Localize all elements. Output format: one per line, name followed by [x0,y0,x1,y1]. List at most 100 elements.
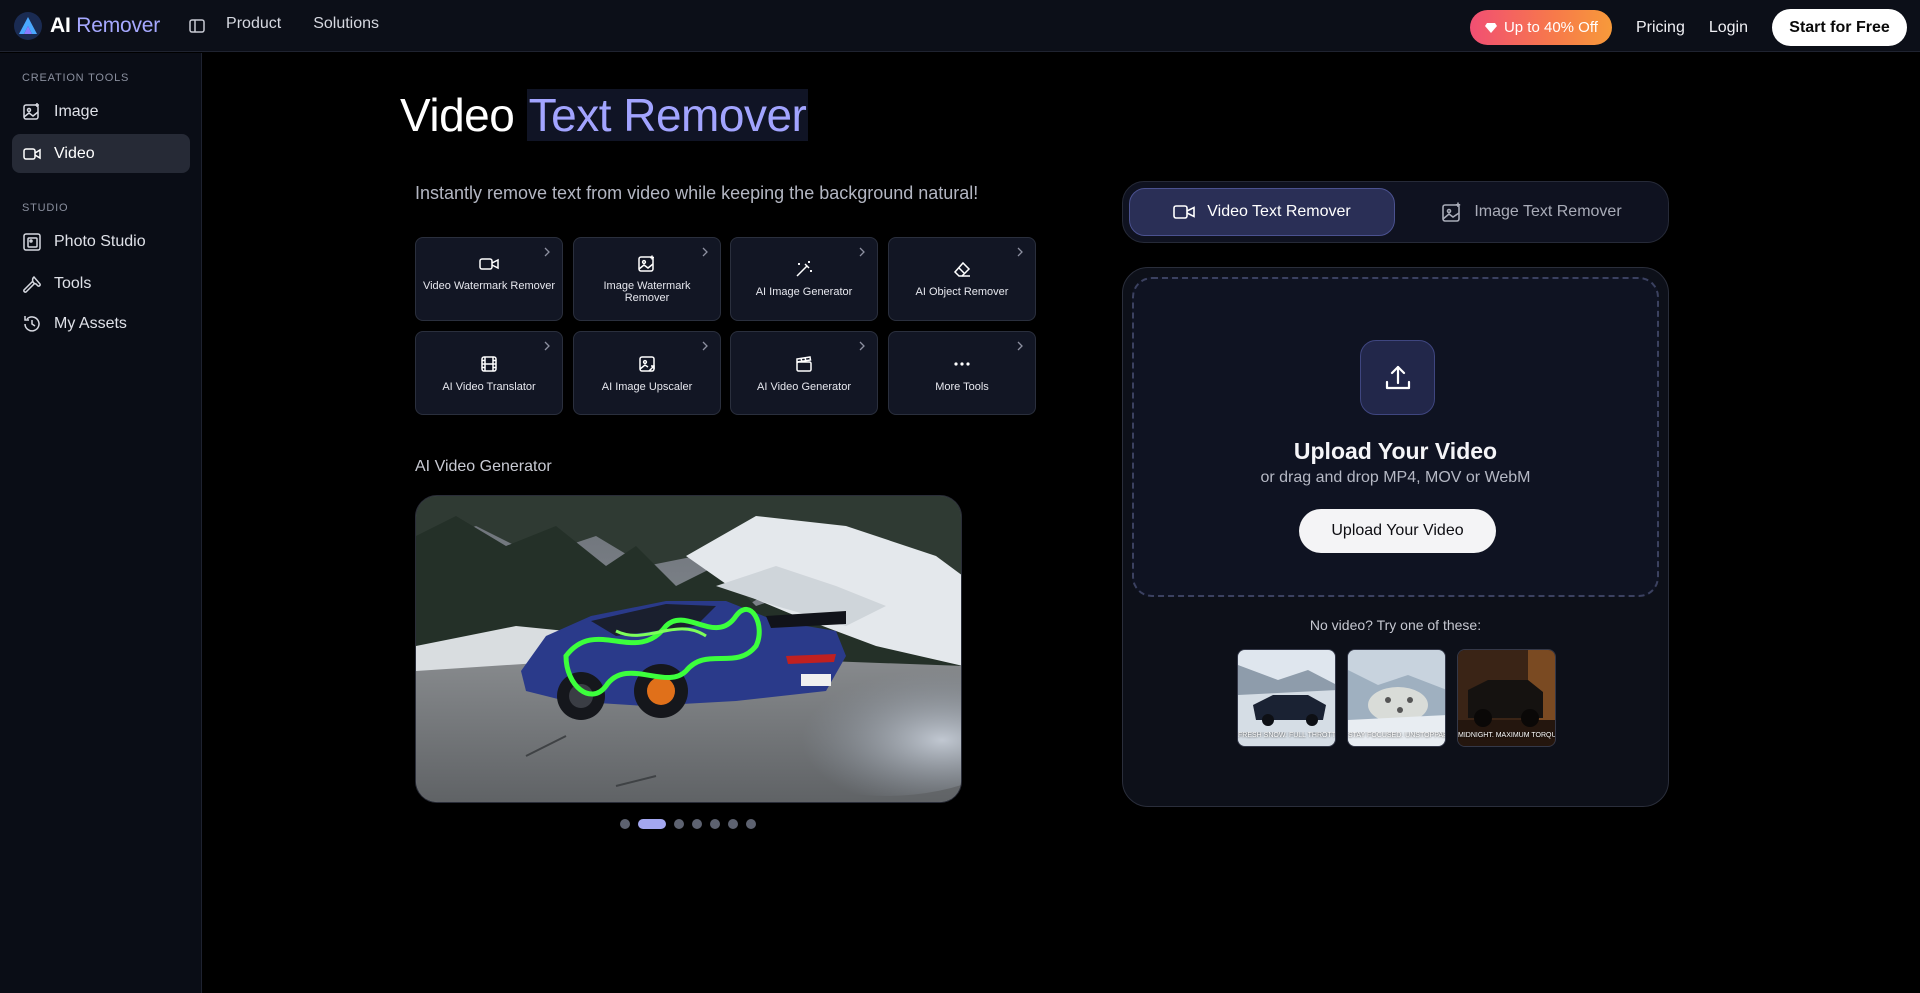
upload-subtitle: or drag and drop MP4, MOV or WebM [1260,469,1531,486]
film-icon [416,355,562,373]
tab-image-text-remover-label: Image Text Remover [1474,203,1622,220]
sample-caption: MIDNIGHT. MAXIMUM TORQUE [1458,732,1555,739]
image-icon [574,255,720,273]
sidebar-item-my-assets[interactable]: My Assets [12,304,190,343]
tool-card-ai-image-generator[interactable]: AI Image Generator [730,237,878,321]
more-dots-icon [889,361,1035,367]
tool-label: Video Watermark Remover [422,280,556,292]
sidebar-item-image[interactable]: Image [12,92,190,131]
image-icon [23,102,39,120]
logo[interactable]: AI Remover [14,11,160,40]
sample-video[interactable]: MIDNIGHT. MAXIMUM TORQUE [1457,649,1556,747]
tool-label: AI Image Generator [755,286,853,298]
sidebar-item-video-label: Video [54,144,95,162]
tool-label: More Tools [935,381,989,393]
diamond-icon [1484,22,1497,33]
logo-text: AI Remover [50,14,160,38]
tab-video-text-remover-label: Video Text Remover [1207,203,1351,220]
showcase-label: AI Video Generator [415,458,552,475]
showcase-video-thumbnail [416,496,961,802]
carousel-dot-active[interactable] [638,819,666,829]
tool-label: Image Watermark Remover [603,280,691,304]
tool-card-more-tools[interactable]: More Tools [888,331,1036,415]
upload-title: Upload Your Video [1293,438,1498,464]
logo-icon [14,11,42,40]
page-title-main: Video [400,89,515,141]
showcase-video[interactable] [415,495,962,803]
topbar-actions: Up to 40% Off Pricing Login Start for Fr… [1469,9,1907,46]
sidebar-item-image-label: Image [54,102,99,120]
chevron-right-icon [544,341,550,351]
login-link[interactable]: Login [1709,19,1748,37]
upload-icon[interactable] [1360,340,1435,415]
chevron-right-icon [859,341,865,351]
upload-video-button[interactable]: Upload Your Video [1299,509,1496,553]
sidebar-item-photo-studio[interactable]: Photo Studio [12,222,190,261]
chevron-right-icon [1017,247,1023,257]
carousel-dot[interactable] [710,819,720,829]
tool-label: AI Video Translator [442,381,536,393]
eraser-icon [889,260,1035,278]
image-icon [1442,202,1461,222]
carousel-dots [620,819,756,829]
logo-text-ai: AI [50,13,71,37]
sidebar-item-photo-studio-label: Photo Studio [54,232,146,250]
tool-card-ai-video-generator[interactable]: AI Video Generator [730,331,878,415]
top-bar: AI Remover Product Solutions Up to 40% O… [0,0,1920,52]
tool-card-image-watermark-remover[interactable]: Image Watermark Remover [573,237,721,321]
nav-solutions[interactable]: Solutions [313,15,379,33]
carousel-dot[interactable] [620,819,630,829]
carousel-dot[interactable] [674,819,684,829]
photo-studio-icon [23,232,41,251]
image-upscale-icon [574,355,720,373]
sample-video[interactable]: STAY FOCUSED. UNSTOPPABLE [1347,649,1446,747]
sidebar-toggle-icon[interactable] [188,17,206,35]
tab-image-text-remover[interactable]: Image Text Remover [1401,188,1663,236]
page-title: Video Text Remover [400,88,809,142]
tool-grid: Video Watermark Remover Image Watermark … [415,237,1036,415]
tool-label: AI Object Remover [915,286,1009,298]
chevron-right-icon [702,341,708,351]
logo-text-remover: Remover [76,13,161,37]
tool-card-ai-image-upscaler[interactable]: AI Image Upscaler [573,331,721,415]
wrench-icon [23,275,41,293]
sample-video[interactable]: FRESH SNOW. FULL THROTTLE [1237,649,1336,747]
promo-label: Up to 40% Off [1503,19,1598,36]
upload-card: Upload Your Video or drag and drop MP4, … [1122,267,1669,807]
carousel-dot[interactable] [692,819,702,829]
history-icon [24,315,40,332]
clapperboard-icon [731,355,877,373]
mode-switcher: Video Text Remover Image Text Remover [1122,181,1669,243]
page-subtitle: Instantly remove text from video while k… [415,183,979,203]
upload-dropzone[interactable]: Upload Your Video or drag and drop MP4, … [1132,277,1659,597]
tool-label: AI Video Generator [757,381,851,393]
sidebar-item-my-assets-label: My Assets [54,314,127,332]
tool-card-ai-video-translator[interactable]: AI Video Translator [415,331,563,415]
samples-label: No video? Try one of these: [1309,617,1482,633]
sample-caption: FRESH SNOW. FULL THROTTLE [1238,732,1335,739]
nav-product[interactable]: Product [226,15,281,33]
sidebar-section-creation: CREATION TOOLS [22,72,130,84]
carousel-dot[interactable] [728,819,738,829]
top-nav: Product Solutions [226,15,379,35]
pricing-link[interactable]: Pricing [1636,19,1685,37]
video-camera-icon [416,256,562,272]
tool-card-ai-object-remover[interactable]: AI Object Remover [888,237,1036,321]
page-title-accent: Text Remover [526,89,809,141]
carousel-dot[interactable] [746,819,756,829]
chevron-right-icon [1017,341,1023,351]
sidebar-item-tools[interactable]: Tools [12,264,190,303]
sidebar-item-video[interactable]: Video [12,134,190,173]
tab-video-text-remover[interactable]: Video Text Remover [1129,188,1395,236]
promo-badge[interactable]: Up to 40% Off [1469,10,1612,45]
sidebar-section-studio: STUDIO [22,202,69,214]
sample-caption: STAY FOCUSED. UNSTOPPABLE [1348,732,1445,739]
chevron-right-icon [859,247,865,257]
tool-card-video-watermark-remover[interactable]: Video Watermark Remover [415,237,563,321]
video-camera-icon [23,147,41,160]
magic-wand-icon [731,260,877,278]
start-free-button[interactable]: Start for Free [1772,9,1907,46]
sidebar: CREATION TOOLS Image Video STUDIO Photo … [0,53,202,993]
tool-label: AI Image Upscaler [601,381,693,393]
video-camera-icon [1173,205,1196,219]
